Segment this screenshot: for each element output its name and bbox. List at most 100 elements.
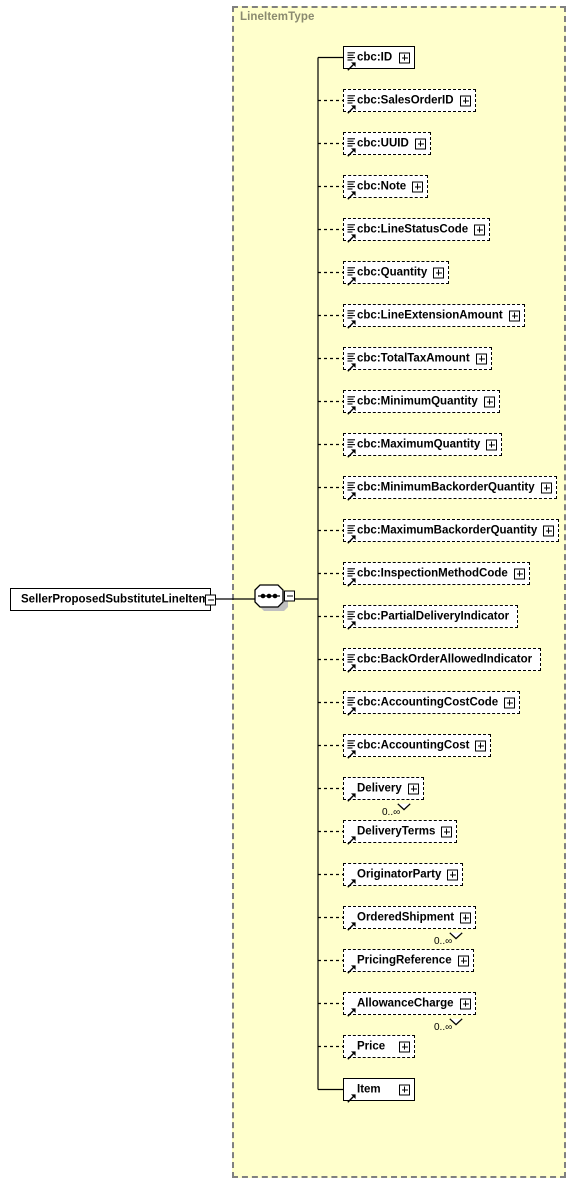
expand-plus-icon[interactable] <box>541 482 552 493</box>
expand-plus-icon[interactable] <box>408 783 419 794</box>
element-node[interactable]: OriginatorParty <box>343 863 466 892</box>
attribute-lines-icon <box>347 736 356 749</box>
repeat-chevron-icon <box>397 798 411 811</box>
element-ref-arrow-icon <box>347 273 356 286</box>
element-ref-arrow-icon <box>347 1090 356 1103</box>
expand-plus-icon[interactable] <box>474 224 485 235</box>
element-node[interactable]: cbc:ID <box>343 46 418 75</box>
element-node[interactable]: cbc:PartialDeliveryIndicator <box>343 605 521 634</box>
expand-plus-icon[interactable] <box>412 181 423 192</box>
element-ref-arrow-icon <box>347 1047 356 1060</box>
element-node[interactable]: cbc:Note <box>343 175 431 204</box>
sequence-compositor[interactable] <box>248 583 300 612</box>
element-node-label: cbc:UUID <box>357 136 409 149</box>
element-node[interactable]: cbc:InspectionMethodCode <box>343 562 533 591</box>
attribute-lines-icon <box>347 478 356 491</box>
element-ref-arrow-icon <box>347 187 356 200</box>
attribute-lines-icon <box>347 263 356 276</box>
expand-plus-icon[interactable] <box>476 353 487 364</box>
expand-plus-icon[interactable] <box>486 439 497 450</box>
attribute-lines-icon <box>347 48 356 61</box>
expand-plus-icon[interactable] <box>399 1084 410 1095</box>
element-node[interactable]: OrderedShipment <box>343 906 479 940</box>
element-node-label: cbc:MinimumQuantity <box>357 394 478 407</box>
element-node[interactable]: cbc:TotalTaxAmount <box>343 347 495 376</box>
element-node-label: AllowanceCharge <box>357 996 454 1009</box>
attribute-lines-icon <box>347 693 356 706</box>
element-ref-arrow-icon <box>347 58 356 71</box>
root-element-node[interactable]: SellerProposedSubstituteLineItem <box>10 588 216 617</box>
element-node-label: cbc:MinimumBackorderQuantity <box>357 480 535 493</box>
element-node[interactable]: PricingReference <box>343 949 477 978</box>
element-ref-arrow-icon <box>347 875 356 888</box>
element-node[interactable]: Item <box>343 1078 418 1107</box>
element-node[interactable]: cbc:MinimumBackorderQuantity <box>343 476 560 505</box>
collapse-minus-icon[interactable] <box>205 594 216 605</box>
attribute-lines-icon <box>347 134 356 147</box>
element-ref-arrow-icon <box>347 1004 356 1017</box>
sequence-collapse-minus-icon[interactable] <box>284 590 295 602</box>
expand-plus-icon[interactable] <box>504 697 515 708</box>
element-ref-arrow-icon <box>347 789 356 802</box>
sequence-dot-3 <box>272 593 278 599</box>
element-node[interactable]: cbc:MaximumQuantity <box>343 433 505 462</box>
element-node[interactable]: cbc:LineStatusCode <box>343 218 493 247</box>
attribute-lines-icon <box>347 435 356 448</box>
element-node[interactable]: cbc:AccountingCost <box>343 734 494 763</box>
element-node-label: Item <box>357 1082 381 1095</box>
element-ref-arrow-icon <box>347 230 356 243</box>
attribute-lines-icon <box>347 607 356 620</box>
attribute-lines-icon <box>347 521 356 534</box>
element-node-label: PricingReference <box>357 953 452 966</box>
type-container-label: LineItemType <box>240 11 315 23</box>
expand-plus-icon[interactable] <box>399 52 410 63</box>
element-node[interactable]: cbc:LineExtensionAmount <box>343 304 528 333</box>
attribute-lines-icon <box>347 349 356 362</box>
element-node-label: Delivery <box>357 781 402 794</box>
expand-plus-icon[interactable] <box>460 912 471 923</box>
element-ref-arrow-icon <box>347 961 356 974</box>
element-node-label: OrderedShipment <box>357 910 455 923</box>
element-ref-arrow-icon <box>347 488 356 501</box>
element-node-label: cbc:AccountingCostCode <box>357 695 499 708</box>
element-node-label: cbc:Note <box>357 179 407 192</box>
expand-plus-icon[interactable] <box>484 396 495 407</box>
expand-plus-icon[interactable] <box>399 1041 410 1052</box>
element-node-label: cbc:ID <box>357 50 393 63</box>
expand-plus-icon[interactable] <box>458 955 469 966</box>
element-node[interactable]: cbc:MaximumBackorderQuantity <box>343 519 562 548</box>
attribute-lines-icon <box>347 91 356 104</box>
element-node[interactable]: cbc:BackOrderAllowedIndicator <box>343 648 544 677</box>
element-node[interactable]: AllowanceCharge <box>343 992 479 1026</box>
element-node-label: cbc:Quantity <box>357 265 428 278</box>
element-node-label: Price <box>357 1039 386 1052</box>
element-node[interactable]: cbc:Quantity <box>343 261 452 290</box>
expand-plus-icon[interactable] <box>460 95 471 106</box>
element-node[interactable]: cbc:UUID <box>343 132 434 161</box>
expand-plus-icon[interactable] <box>415 138 426 149</box>
expand-plus-icon[interactable] <box>509 310 520 321</box>
expand-plus-icon[interactable] <box>514 568 525 579</box>
element-node[interactable]: cbc:SalesOrderID <box>343 89 479 118</box>
node-shadow <box>15 612 214 617</box>
expand-plus-icon[interactable] <box>543 525 554 536</box>
element-ref-arrow-icon <box>347 101 356 114</box>
element-ref-arrow-icon <box>347 617 356 630</box>
element-node-label: cbc:AccountingCost <box>357 738 470 751</box>
element-node[interactable]: cbc:MinimumQuantity <box>343 390 503 419</box>
element-ref-arrow-icon <box>347 445 356 458</box>
expand-plus-icon[interactable] <box>475 740 486 751</box>
expand-plus-icon[interactable] <box>433 267 444 278</box>
element-ref-arrow-icon <box>347 402 356 415</box>
element-node[interactable]: Price <box>343 1035 418 1064</box>
expand-plus-icon[interactable] <box>441 826 452 837</box>
element-ref-arrow-icon <box>347 359 356 372</box>
attribute-lines-icon <box>347 306 356 319</box>
expand-plus-icon[interactable] <box>447 869 458 880</box>
expand-plus-icon[interactable] <box>460 998 471 1009</box>
sequence-dot-1 <box>260 593 266 599</box>
element-node[interactable]: DeliveryTerms <box>343 820 460 849</box>
element-ref-arrow-icon <box>347 746 356 759</box>
element-node[interactable]: Delivery <box>343 777 427 811</box>
element-node[interactable]: cbc:AccountingCostCode <box>343 691 523 720</box>
